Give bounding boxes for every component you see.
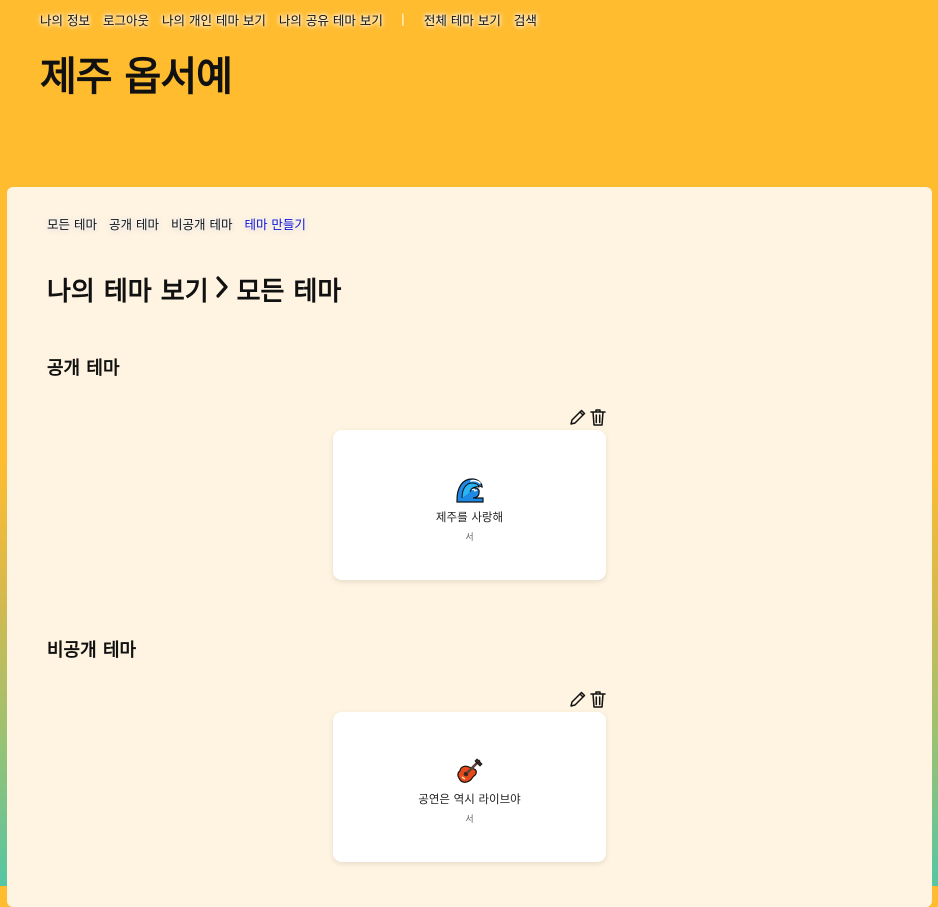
theme-filter-nav: 모든 테마 공개 테마 비공개 테마 테마 만들기 bbox=[47, 214, 318, 233]
main-panel: 모든 테마 공개 테마 비공개 테마 테마 만들기 나의 테마 보기 모든 테마… bbox=[7, 187, 932, 907]
nav-logout-link[interactable]: 로그아웃 bbox=[103, 10, 149, 29]
nav-my-info-link[interactable]: 나의 정보 bbox=[40, 10, 90, 29]
site-title[interactable]: 제주 옵서예 bbox=[40, 44, 233, 102]
nav-separator: | bbox=[400, 12, 405, 26]
public-themes-heading: 공개 테마 bbox=[47, 358, 120, 379]
edit-pencil-icon[interactable] bbox=[568, 407, 588, 427]
create-theme-link[interactable]: 테마 만들기 bbox=[244, 214, 305, 233]
nav-my-shared-themes-link[interactable]: 나의 공유 테마 보기 bbox=[279, 10, 383, 29]
nav-search-link[interactable]: 검색 bbox=[514, 10, 537, 29]
filter-public-themes-link[interactable]: 공개 테마 bbox=[109, 214, 159, 233]
edit-pencil-icon[interactable] bbox=[568, 689, 588, 709]
delete-trash-icon[interactable] bbox=[588, 689, 608, 709]
theme-actions bbox=[568, 689, 608, 709]
wave-icon bbox=[455, 474, 485, 504]
private-themes-heading: 비공개 테마 bbox=[47, 640, 137, 661]
theme-card[interactable]: 제주를 사랑해 서 bbox=[333, 430, 606, 580]
theme-card[interactable]: 공연은 역시 라이브야 서 bbox=[333, 712, 606, 862]
theme-card-owner: 서 bbox=[465, 532, 474, 543]
guitar-icon bbox=[455, 756, 485, 786]
theme-card-owner: 서 bbox=[465, 814, 474, 825]
theme-card-name: 제주를 사랑해 bbox=[435, 509, 504, 524]
top-nav: 나의 정보 로그아웃 나의 개인 테마 보기 나의 공유 테마 보기 | 전체 … bbox=[40, 10, 550, 28]
filter-all-themes-link[interactable]: 모든 테마 bbox=[47, 214, 97, 233]
page-title-current: 모든 테마 bbox=[236, 277, 342, 307]
theme-actions bbox=[568, 407, 608, 427]
page-title-parent: 나의 테마 보기 bbox=[47, 277, 209, 307]
theme-card-name: 공연은 역시 라이브야 bbox=[418, 791, 521, 806]
delete-trash-icon[interactable] bbox=[588, 407, 608, 427]
nav-my-private-themes-link[interactable]: 나의 개인 테마 보기 bbox=[162, 10, 266, 29]
chevron-right-icon bbox=[215, 275, 229, 305]
page-title: 나의 테마 보기 모든 테마 bbox=[47, 271, 341, 308]
filter-private-themes-link[interactable]: 비공개 테마 bbox=[171, 214, 232, 233]
nav-all-themes-link[interactable]: 전체 테마 보기 bbox=[424, 10, 501, 29]
